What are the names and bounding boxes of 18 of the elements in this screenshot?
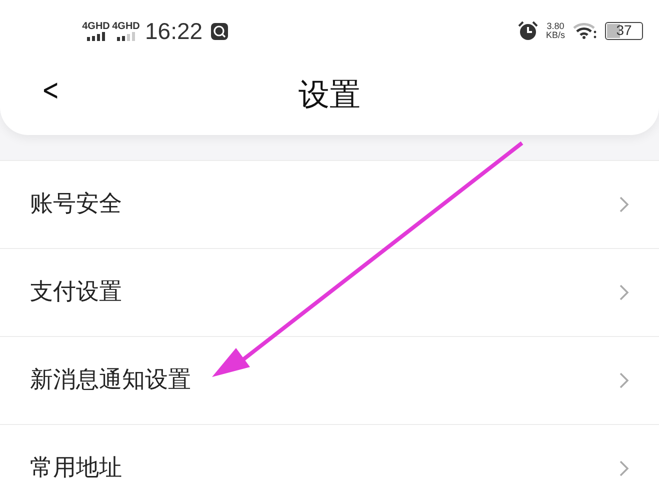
- search-app-icon: [210, 22, 228, 40]
- page-title: 设置: [298, 76, 360, 115]
- back-button[interactable]: <: [42, 76, 60, 106]
- chevron-right-icon: [619, 284, 629, 301]
- network-label: 4GHD: [112, 22, 140, 32]
- alarm-icon: [518, 21, 538, 41]
- chevron-right-icon: [619, 460, 629, 477]
- network-label: 4GHD: [82, 22, 110, 32]
- menu-item[interactable]: 常用地址: [0, 424, 659, 479]
- chevron-right-icon: [619, 372, 629, 389]
- wifi-icon: [573, 23, 597, 39]
- speed-unit: KB/s: [546, 31, 565, 40]
- signal-icon: [116, 32, 136, 40]
- signal-icon: [86, 32, 106, 40]
- chevron-right-icon: [619, 196, 629, 213]
- clock-time: 16:22: [145, 16, 203, 46]
- speed-value: 3.80: [546, 22, 565, 31]
- battery-indicator: 37: [605, 22, 643, 40]
